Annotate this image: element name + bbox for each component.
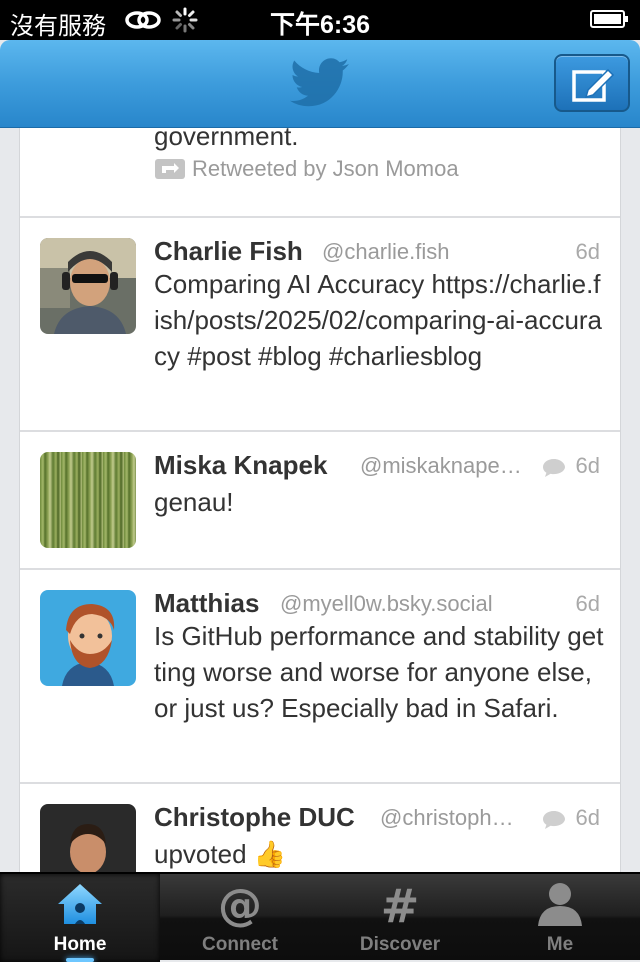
tweet-author-handle[interactable]: @myell0w.bsky.social — [280, 591, 493, 617]
svg-text:@: @ — [218, 880, 262, 928]
tweet-timestamp: 6d — [575, 239, 600, 264]
retweet-icon — [155, 159, 185, 179]
active-tab-indicator — [66, 958, 94, 962]
tab-discover[interactable]: # Discover — [320, 874, 480, 962]
tweet-timestamp: 6d — [575, 591, 600, 616]
tweet-item[interactable]: Matthias @myell0w.bsky.social 6d Is GitH… — [20, 570, 620, 784]
tab-label: Discover — [359, 934, 441, 955]
tweet-author-name[interactable]: Charlie Fish — [154, 236, 303, 267]
tweet-timestamp: 6d — [575, 805, 600, 830]
nav-bar — [0, 40, 640, 128]
tab-bar: Home @ Connect # Discover Me — [0, 872, 640, 962]
avatar[interactable] — [40, 804, 136, 874]
tweet-item[interactable]: Christophe DUC @christoph… 6d upvoted 👍 — [20, 784, 620, 874]
tab-label: Me — [546, 934, 574, 955]
tweet-item[interactable]: Miska Knapek @miskaknape… 6d genau! — [20, 432, 620, 570]
avatar[interactable] — [40, 590, 136, 686]
status-bar: 沒有服務 下午6:36 — [0, 0, 640, 40]
home-icon — [58, 884, 102, 924]
battery-icon — [590, 10, 628, 28]
tweet-author-name[interactable]: Matthias — [154, 588, 259, 619]
tweet-text: Comparing AI Accuracy https://charlie.fi… — [154, 269, 603, 371]
tweet-text: government. — [154, 128, 299, 151]
tweet-author-handle[interactable]: @miskaknape… — [360, 453, 522, 479]
tweet-text: genau! — [154, 487, 234, 517]
tweet-timestamp: 6d — [575, 453, 600, 478]
tweet-author-handle[interactable]: @charlie.fish — [322, 239, 450, 265]
hashtag-icon: # — [381, 880, 420, 928]
tab-label: Connect — [202, 934, 278, 955]
avatar[interactable] — [40, 238, 136, 334]
retweet-indicator: Retweeted by Json Momoa — [154, 156, 459, 182]
compose-icon — [572, 68, 615, 102]
status-time: 下午6:36 — [269, 11, 371, 39]
tab-home[interactable]: Home — [0, 874, 160, 962]
at-icon: @ — [218, 880, 262, 928]
svg-text:#: # — [381, 880, 420, 928]
tab-me[interactable]: Me — [480, 874, 640, 962]
tweet-author-handle[interactable]: @christoph… — [380, 805, 514, 831]
person-icon — [538, 883, 582, 926]
tweet-author-name[interactable]: Christophe DUC — [154, 802, 355, 833]
reply-indicator-icon — [543, 811, 565, 829]
timeline[interactable]: government. Retweeted by Json Momoa Char — [20, 128, 620, 874]
twitter-bird-icon — [290, 58, 349, 107]
tab-connect[interactable]: @ Connect — [160, 874, 320, 962]
avatar[interactable] — [40, 452, 136, 548]
compose-button[interactable] — [554, 54, 630, 112]
tweet-partial[interactable]: government. Retweeted by Json Momoa — [20, 128, 620, 218]
tweet-item[interactable]: Charlie Fish @charlie.fish 6d Comparing … — [20, 218, 620, 432]
reply-indicator-icon — [543, 459, 565, 477]
tweet-text: Is GitHub performance and stability gett… — [154, 621, 604, 723]
tab-label: Home — [53, 934, 107, 955]
tweet-text: upvoted 👍 — [154, 839, 287, 869]
tweet-author-name[interactable]: Miska Knapek — [154, 450, 327, 481]
retweeted-by-label: Retweeted by Json Momoa — [192, 156, 459, 181]
